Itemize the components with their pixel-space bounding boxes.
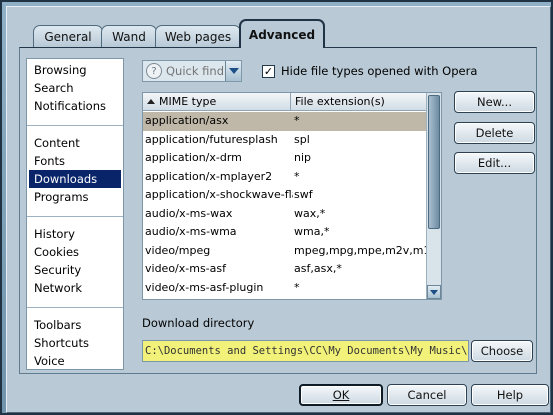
sidebar-item-network[interactable]: Network: [27, 279, 123, 297]
tab-label: Wand: [112, 29, 146, 44]
extension-cell: asf,asx,*: [294, 262, 342, 275]
tab-label: General: [44, 29, 92, 44]
edit-button[interactable]: Edit...: [454, 152, 535, 174]
extension-cell: nip: [294, 151, 312, 164]
table-body: application/asx * application/futuresplas…: [143, 112, 427, 297]
mime-cell: application/x-drm: [145, 151, 242, 164]
mime-type-table: MIME type File extension(s) application/…: [142, 92, 442, 300]
window-frame: General Wand Web pages Advanced Browsing…: [0, 0, 553, 415]
help-button[interactable]: Help: [471, 384, 549, 406]
mime-cell: video/x-ms-asf-plugin: [145, 280, 264, 294]
tab-web-pages[interactable]: Web pages: [155, 25, 241, 47]
table-header: MIME type File extension(s): [143, 93, 441, 111]
sidebar-item-search[interactable]: Search: [27, 79, 123, 97]
tab-wand[interactable]: Wand: [101, 25, 157, 47]
scrollbar-thumb[interactable]: [428, 95, 440, 229]
preferences-dialog: General Wand Web pages Advanced Browsing…: [6, 6, 551, 413]
new-button[interactable]: New...: [454, 91, 535, 113]
quick-find-input[interactable]: [166, 64, 226, 78]
table-row[interactable]: audio/x-ms-wma wma,*: [143, 223, 427, 242]
mime-cell: audio/x-ms-wax: [145, 206, 233, 220]
sidebar-item-voice[interactable]: Voice: [27, 352, 123, 370]
sidebar-divider: [27, 307, 123, 308]
sidebar-item-content[interactable]: Content: [27, 134, 123, 152]
table-row[interactable]: video/x-ms-asf-plugin *: [143, 279, 427, 298]
extension-cell: *: [294, 114, 300, 127]
ok-label: OK: [332, 388, 350, 402]
chevron-down-icon: [228, 68, 239, 74]
extension-cell: wma,*: [294, 225, 330, 238]
table-row[interactable]: application/asx *: [143, 112, 427, 131]
mime-cell: audio/x-ms-wma: [145, 225, 237, 238]
sidebar-divider: [27, 125, 123, 126]
table-row[interactable]: video/mpeg mpeg,mpg,mpe,m2v,m1...: [143, 242, 427, 261]
extension-cell: spl: [294, 132, 310, 146]
choose-button[interactable]: Choose: [471, 340, 533, 362]
question-icon: ?: [146, 63, 162, 79]
column-header-mime-type[interactable]: MIME type: [143, 93, 291, 110]
download-directory-field[interactable]: C:\Documents and Settings\CC\My Document…: [142, 340, 469, 362]
table-row[interactable]: application/x-shockwave-flashswf: [143, 186, 427, 205]
column-header-file-extensions[interactable]: File extension(s): [291, 93, 427, 110]
download-directory-label: Download directory: [142, 316, 255, 330]
extension-cell: swf: [294, 188, 313, 201]
sidebar-item-browsing[interactable]: Browsing: [27, 61, 123, 79]
tab-label: Advanced: [248, 27, 316, 42]
sidebar-item-downloads[interactable]: Downloads: [29, 170, 121, 188]
sidebar-group: Content Fonts Downloads Programs: [27, 134, 123, 212]
column-label: File extension(s): [295, 95, 385, 108]
sort-ascending-icon: [147, 99, 155, 104]
quick-find-dropdown[interactable]: [225, 61, 241, 81]
sidebar-item-notifications[interactable]: Notifications: [27, 97, 123, 115]
sidebar-item-toolbars[interactable]: Toolbars: [27, 316, 123, 334]
quick-find-field[interactable]: ?: [142, 60, 242, 82]
mime-cell: application/asx: [145, 114, 229, 127]
tab-label: Web pages: [164, 29, 232, 44]
sidebar-group: Browsing Search Notifications: [27, 61, 123, 121]
mime-cell: application/x-shockwave-flash: [145, 188, 293, 201]
vertical-scrollbar[interactable]: [426, 93, 441, 299]
chevron-down-icon: [430, 289, 438, 295]
sidebar-item-shortcuts[interactable]: Shortcuts: [27, 334, 123, 352]
mime-cell: application/futuresplash: [145, 132, 278, 146]
advanced-panel: Browsing Search Notifications Content Fo…: [19, 47, 537, 374]
sidebar: Browsing Search Notifications Content Fo…: [26, 58, 124, 370]
table-row[interactable]: application/x-drm nip: [143, 149, 427, 168]
sidebar-group: Toolbars Shortcuts Voice: [27, 316, 123, 376]
table-row[interactable]: application/futuresplash spl: [143, 131, 427, 150]
table-row[interactable]: application/x-mplayer2 *: [143, 168, 427, 187]
sidebar-item-programs[interactable]: Programs: [27, 188, 123, 206]
sidebar-divider: [27, 216, 123, 217]
sidebar-group: History Cookies Security Network: [27, 225, 123, 303]
delete-button[interactable]: Delete: [454, 122, 535, 144]
scroll-down-button[interactable]: [427, 285, 441, 299]
mime-cell: application/x-mplayer2: [145, 169, 273, 183]
sidebar-item-fonts[interactable]: Fonts: [27, 152, 123, 170]
mime-cell: video/x-ms-asf: [145, 262, 226, 275]
ok-button[interactable]: OK: [299, 384, 383, 406]
table-row[interactable]: audio/x-ms-wax wax,*: [143, 205, 427, 224]
sidebar-item-security[interactable]: Security: [27, 261, 123, 279]
extension-cell: wax,*: [294, 206, 326, 220]
checkbox-label: Hide file types opened with Opera: [281, 64, 478, 78]
mime-cell: video/mpeg: [145, 243, 211, 257]
sidebar-item-cookies[interactable]: Cookies: [27, 243, 123, 261]
tab-general[interactable]: General: [33, 25, 103, 47]
extension-cell: mpeg,mpg,mpe,m2v,m1...: [294, 243, 427, 257]
checkbox-box[interactable]: ✓: [262, 64, 275, 78]
extension-cell: *: [294, 169, 300, 183]
tab-advanced[interactable]: Advanced: [239, 19, 325, 48]
hide-opera-types-checkbox[interactable]: ✓ Hide file types opened with Opera: [262, 64, 477, 78]
extension-cell: *: [294, 280, 300, 294]
cancel-button[interactable]: Cancel: [387, 384, 467, 406]
sidebar-item-history[interactable]: History: [27, 225, 123, 243]
column-label: MIME type: [159, 95, 217, 108]
table-row[interactable]: video/x-ms-asf asf,asx,*: [143, 260, 427, 279]
